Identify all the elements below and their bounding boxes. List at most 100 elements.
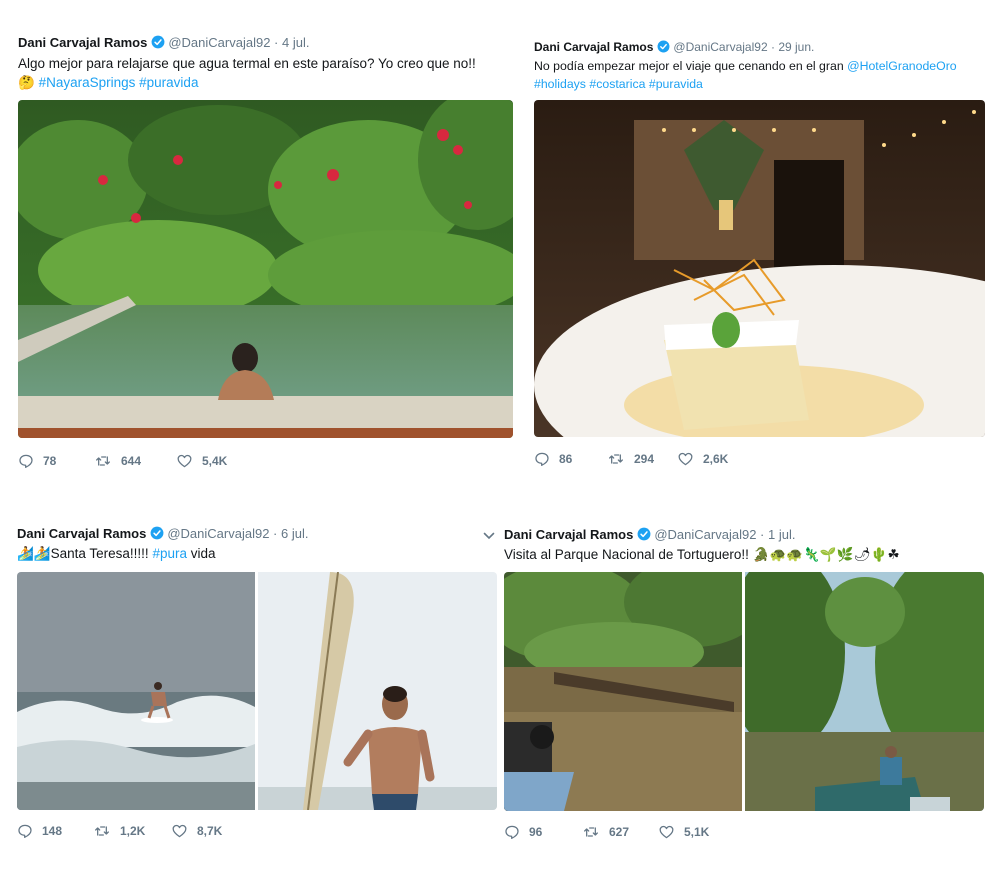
reply-count: 96 [529,825,543,839]
heart-icon [176,453,193,469]
reply-icon [504,824,520,840]
tweet-date[interactable]: 6 jul. [281,526,308,541]
surfer-emoji: 🏄🏄 [17,546,51,561]
tweet-text: No podía empezar mejor el viaje que cena… [534,57,985,93]
reply-button[interactable]: 86 [534,451,572,467]
tweet-text: 🏄🏄Santa Teresa!!!!! #pura vida [17,544,497,563]
hashtag-nayarasprings[interactable]: #NayaraSprings [39,75,136,90]
hashtag-holidays[interactable]: #holidays [534,77,586,91]
tweet-actions: 96 627 5,1K [504,824,984,842]
mention-hotelgranodeoro[interactable]: @HotelGranodeOro [847,59,957,73]
reply-count: 86 [559,452,573,466]
verified-badge-icon [637,527,651,541]
tweet-photo-grid [504,572,984,811]
river-log-image [504,572,742,811]
author-name[interactable]: Dani Carvajal Ramos [504,527,633,542]
tweet-3[interactable]: Dani Carvajal Ramos @DaniCarvajal92 · 6 j… [17,525,497,845]
retweet-count: 1,2K [120,824,146,838]
author-handle[interactable]: @DaniCarvajal92 [168,35,270,50]
retweet-icon [607,451,625,467]
reply-icon [534,451,550,467]
tweet-header: Dani Carvajal Ramos @DaniCarvajal92 · 1 j… [504,526,984,544]
boat-river-image [745,572,984,811]
tweet-photo-right[interactable] [258,572,497,810]
tweet-photo[interactable] [18,100,513,438]
retweet-button[interactable]: 627 [582,824,629,840]
retweet-count: 294 [634,452,655,466]
retweet-count: 644 [121,454,142,468]
tweet-text-line: Santa Teresa!!!!! [50,546,153,561]
verified-badge-icon [150,526,164,540]
hashtag-puravida[interactable]: #puravida [139,75,198,90]
tweet-header: Dani Carvajal Ramos @DaniCarvajal92 · 29 … [534,38,985,56]
retweet-count: 627 [609,825,630,839]
tweet-2[interactable]: Dani Carvajal Ramos @DaniCarvajal92 · 29 … [534,38,985,478]
tweet-4[interactable]: Dani Carvajal Ramos @DaniCarvajal92 · 1 j… [504,526,984,846]
hashtag-puravida[interactable]: #puravida [649,77,703,91]
retweet-icon [94,453,112,469]
tweet-date[interactable]: 29 jun. [778,40,814,54]
heart-icon [677,451,694,467]
tweet-1[interactable]: Dani Carvajal Ramos @DaniCarvajal92 · 4 j… [18,34,513,474]
tweet-photo-left[interactable] [504,572,742,811]
heart-icon [171,823,188,839]
reply-icon [17,823,33,839]
like-count: 2,6K [703,452,729,466]
dot-separator: · [770,40,775,54]
tweet-text: Visita al Parque Nacional de Tortuguero!… [504,545,984,564]
verified-badge-icon [151,35,165,49]
tweet-text-line: Algo mejor para relajarse que agua terma… [18,56,476,71]
tweet-photo-left[interactable] [17,572,255,810]
tweet-date[interactable]: 1 jul. [768,527,795,542]
retweet-button[interactable]: 294 [607,451,654,467]
dot-separator: · [760,527,765,542]
tweet-actions: 78 644 5,4K [18,453,513,471]
reply-button[interactable]: 148 [17,823,62,839]
tweet-header: Dani Carvajal Ramos @DaniCarvajal92 · 4 j… [18,34,513,52]
dessert-restaurant-image [534,100,985,437]
like-button[interactable]: 5,1K [658,824,709,840]
thinking-face-emoji: 🤔 [18,75,35,90]
surfing-wave-image [17,572,255,810]
author-handle[interactable]: @DaniCarvajal92 [167,526,269,541]
verified-badge-icon [657,40,670,53]
tweet-photo-right[interactable] [745,572,984,811]
reply-button[interactable]: 78 [18,453,56,469]
hashtag-costarica[interactable]: #costarica [589,77,645,91]
tweet-text-line: Visita al Parque Nacional de Tortuguero!… [504,547,753,562]
retweet-button[interactable]: 644 [94,453,141,469]
retweet-icon [93,823,111,839]
like-button[interactable]: 2,6K [677,451,728,467]
heart-icon [658,824,675,840]
animal-emojis: 🐊🐢🐢🦎🌱🌿🌶🌵☘ [752,547,900,562]
reply-count: 78 [43,454,57,468]
tweet-actions: 148 1,2K 8,7K [17,823,497,841]
tweet-photo[interactable] [534,100,985,437]
hashtag-pura[interactable]: #pura [152,546,187,561]
dot-separator: · [274,35,279,50]
reply-count: 148 [42,824,63,838]
tweet-header: Dani Carvajal Ramos @DaniCarvajal92 · 6 j… [17,525,497,543]
retweet-icon [582,824,600,840]
tweet-date[interactable]: 4 jul. [282,35,309,50]
author-name[interactable]: Dani Carvajal Ramos [17,526,146,541]
tweet-text-tail: vida [186,546,216,561]
like-count: 5,1K [684,825,710,839]
dot-separator: · [273,526,278,541]
tweet-text: Algo mejor para relajarse que agua terma… [18,54,513,92]
reply-icon [18,453,34,469]
author-name[interactable]: Dani Carvajal Ramos [534,40,653,54]
surfboard-portrait-image [258,572,497,810]
author-handle[interactable]: @DaniCarvajal92 [673,40,767,54]
tweet-photo-grid [17,572,497,810]
author-handle[interactable]: @DaniCarvajal92 [654,527,756,542]
like-button[interactable]: 5,4K [176,453,227,469]
tweet-actions: 86 294 2,6K [534,451,985,469]
chevron-down-icon[interactable] [483,528,495,546]
tweet-text-line: No podía empezar mejor el viaje que cena… [534,59,848,73]
retweet-button[interactable]: 1,2K [93,823,145,839]
like-button[interactable]: 8,7K [171,823,222,839]
reply-button[interactable]: 96 [504,824,542,840]
pool-jungle-image [18,100,513,438]
author-name[interactable]: Dani Carvajal Ramos [18,35,147,50]
